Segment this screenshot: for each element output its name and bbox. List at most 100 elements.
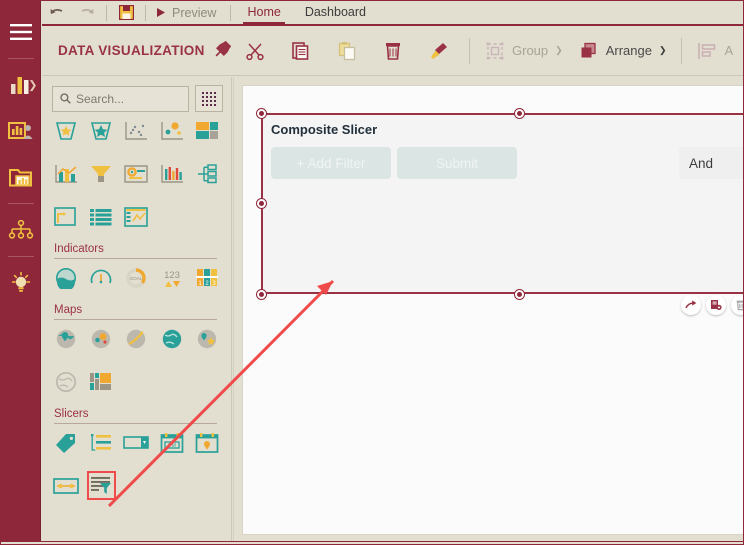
- indicators-grid: GOAL 123 123: [42, 261, 231, 294]
- widget-map-globe[interactable]: [154, 322, 189, 355]
- widget-date-period-slicer[interactable]: PM: [154, 426, 189, 459]
- copy-button[interactable]: [278, 29, 324, 73]
- composite-slicer-icon: [91, 476, 112, 494]
- widget-bubble-chart[interactable]: [154, 114, 189, 147]
- widget-kpi-card[interactable]: [119, 157, 154, 190]
- resize-handle-bottom-left[interactable]: [256, 289, 266, 299]
- widget-radial-gauge[interactable]: GOAL: [119, 261, 154, 294]
- logic-operator-select[interactable]: And ❯: [679, 147, 743, 179]
- sidebar-item-folders[interactable]: [1, 154, 41, 200]
- widget-date-picker-slicer[interactable]: [190, 426, 225, 459]
- widget-circular-gauge[interactable]: [83, 261, 118, 294]
- widget-area-range-chart[interactable]: [48, 200, 83, 233]
- tab-bar: Home Dashboard: [235, 1, 378, 25]
- window-bottom-border: [1, 541, 743, 544]
- submit-button[interactable]: Submit: [397, 147, 517, 179]
- left-nav-rail: ❯: [1, 1, 41, 544]
- svg-text:PM: PM: [168, 442, 176, 448]
- chart-widget-grid: [42, 114, 231, 233]
- ribbon-divider-2: [681, 37, 683, 64]
- widget-treemap-chart[interactable]: [190, 114, 225, 147]
- rail-divider-3: [7, 256, 34, 257]
- slicers-grid: PM: [42, 426, 231, 502]
- sidebar-item-dashboards[interactable]: ❯: [1, 62, 41, 108]
- dashboard-canvas[interactable]: Composite Slicer + Add Filter Submit And…: [233, 77, 743, 544]
- chevron-right-icon[interactable]: ❯: [28, 79, 37, 92]
- chevron-down-icon[interactable]: ❯: [555, 45, 563, 56]
- widget-list-slicer[interactable]: [83, 426, 118, 459]
- resize-handle-top-left[interactable]: [256, 108, 266, 118]
- section-rule: [54, 423, 217, 424]
- tab-home[interactable]: Home: [235, 1, 292, 25]
- format-painter-button[interactable]: [416, 29, 462, 73]
- widget-map-bubble[interactable]: [83, 322, 118, 355]
- save-button[interactable]: [111, 1, 141, 25]
- widget-pyramid-chart[interactable]: [83, 114, 118, 147]
- duplicate-action-button[interactable]: [706, 295, 726, 315]
- panel-search-row: Search...: [42, 77, 231, 118]
- widget-candlestick-chart[interactable]: [154, 157, 189, 190]
- widget-range-slicer[interactable]: [48, 469, 83, 502]
- document-title-group: DATA VISUALIZATION: [42, 40, 232, 62]
- section-slicers-header: Slicers: [42, 398, 231, 426]
- arrange-control[interactable]: Arrange ❯: [571, 29, 675, 73]
- redo-icon: [81, 8, 94, 14]
- widget-dropdown-slicer[interactable]: [119, 426, 154, 459]
- cut-button[interactable]: [232, 29, 278, 73]
- hamburger-menu-icon[interactable]: [1, 9, 41, 55]
- resize-handle-middle-left[interactable]: [256, 199, 266, 208]
- sidebar-item-shared-dashboards[interactable]: [1, 108, 41, 154]
- widget-combination-chart[interactable]: [48, 157, 83, 190]
- widget-bullet-indicator[interactable]: 123: [190, 261, 225, 294]
- sidebar-item-data-sources[interactable]: [1, 207, 41, 253]
- widget-map-marker-star[interactable]: [190, 322, 225, 355]
- widget-tag-slicer[interactable]: [48, 426, 83, 459]
- composite-slicer-highlight[interactable]: [86, 471, 116, 500]
- preview-button[interactable]: Preview: [150, 1, 226, 25]
- widget-map-pin[interactable]: [48, 322, 83, 355]
- group-control[interactable]: Group ❯: [477, 29, 571, 73]
- align-label: A: [724, 43, 734, 58]
- resize-handle-bottom-center[interactable]: [514, 289, 524, 299]
- align-control[interactable]: A: [689, 29, 741, 73]
- paste-button[interactable]: [324, 29, 370, 73]
- toolbar-divider-1: [106, 4, 107, 21]
- canvas-sheet[interactable]: Composite Slicer + Add Filter Submit And…: [242, 85, 743, 535]
- widget-grid-table[interactable]: [83, 200, 118, 233]
- undo-button[interactable]: [42, 1, 72, 25]
- composite-slicer-widget[interactable]: Composite Slicer + Add Filter Submit And…: [261, 113, 743, 294]
- grid-icon: [202, 91, 216, 106]
- scissors-icon: [246, 42, 264, 60]
- widget-map-flow[interactable]: [119, 322, 154, 355]
- rail-divider-1: [7, 58, 34, 59]
- page-title: DATA VISUALIZATION: [58, 43, 205, 58]
- redo-button[interactable]: [72, 1, 102, 25]
- widget-numeric-indicator[interactable]: 123: [154, 261, 189, 294]
- delete-button[interactable]: [370, 29, 416, 73]
- grid-view-toggle[interactable]: [195, 85, 223, 112]
- resize-handle-top-center[interactable]: [514, 108, 524, 118]
- chevron-down-icon[interactable]: ❯: [659, 45, 667, 56]
- pin-icon[interactable]: [215, 40, 232, 62]
- widget-funnel-pyramid-chart[interactable]: [48, 114, 83, 147]
- delete-action-button[interactable]: [731, 295, 743, 315]
- widget-map-treemap[interactable]: [83, 365, 118, 398]
- section-label: Indicators: [54, 243, 104, 255]
- widget-org-chart[interactable]: [190, 157, 225, 190]
- widget-liquid-gauge[interactable]: [48, 261, 83, 294]
- widget-composite-slicer[interactable]: [83, 469, 118, 502]
- widget-map-outline[interactable]: [48, 365, 83, 398]
- widget-funnel-chart[interactable]: [83, 157, 118, 190]
- add-filter-button[interactable]: + Add Filter: [271, 147, 391, 179]
- section-label: Maps: [54, 304, 83, 316]
- tab-dashboard[interactable]: Dashboard: [293, 1, 378, 25]
- sidebar-item-insights[interactable]: [1, 260, 41, 306]
- search-icon: [60, 93, 71, 104]
- search-input[interactable]: Search...: [52, 85, 189, 112]
- widget-panel: Search... Indicators GOAL 123 1 2 3 Maps…: [42, 77, 232, 544]
- widget-scatter-chart[interactable]: [119, 114, 154, 147]
- widget-controls-row: + Add Filter Submit And ❯: [263, 137, 743, 179]
- widget-pivot-table[interactable]: [119, 200, 154, 233]
- share-action-button[interactable]: [681, 295, 701, 315]
- section-label: Slicers: [54, 408, 89, 420]
